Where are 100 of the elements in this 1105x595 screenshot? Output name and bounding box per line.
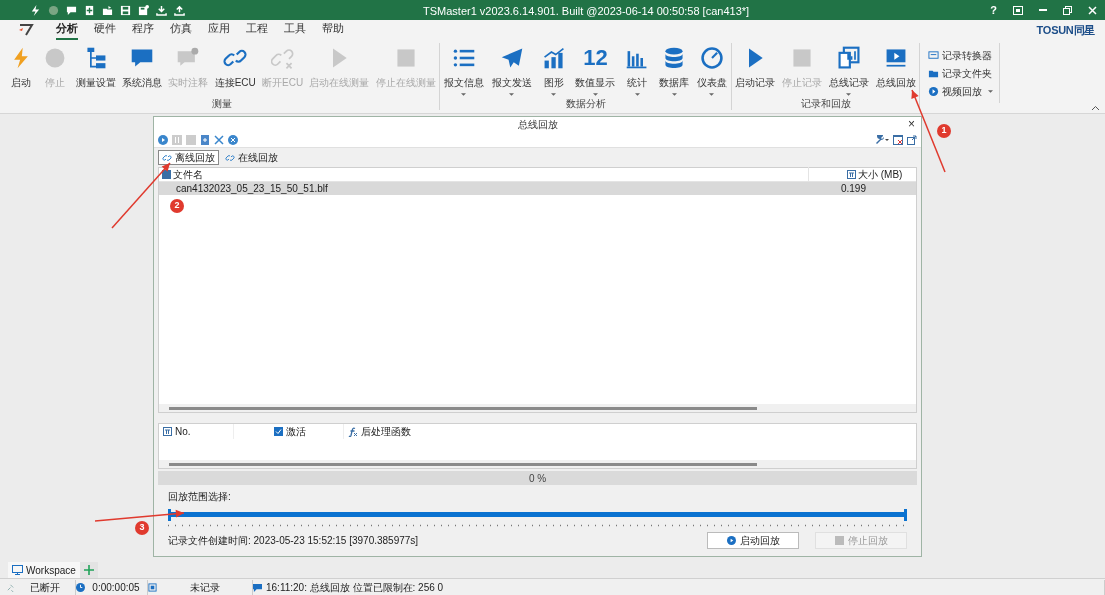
folder-icon xyxy=(928,68,939,79)
link-icon xyxy=(225,152,235,163)
function-icon xyxy=(348,426,358,437)
menu-tab[interactable]: 工程 xyxy=(246,20,268,40)
gauge-icon xyxy=(700,46,724,70)
save-icon[interactable] xyxy=(120,4,131,16)
column-header[interactable]: 激活 xyxy=(286,424,306,439)
ribbon-button[interactable]: 报文信息 xyxy=(443,44,484,96)
ribbon-button[interactable]: 统计 xyxy=(623,44,652,96)
chart-icon xyxy=(541,46,566,70)
menu-tab[interactable]: 程序 xyxy=(132,20,154,40)
play-circle-icon xyxy=(928,86,939,97)
scrollbar-thumb[interactable] xyxy=(169,406,757,410)
column-header[interactable]: 后处理函数 xyxy=(361,424,411,439)
ribbon-menu-item[interactable]: 记录转换器 xyxy=(928,48,993,63)
column-header[interactable]: No. xyxy=(175,424,191,439)
chat-icon[interactable] xyxy=(66,4,77,16)
ribbon-button[interactable]: 仪表盘 xyxy=(697,44,727,96)
stop-icon xyxy=(834,536,844,545)
help-button[interactable]: ? xyxy=(990,1,997,19)
file-created-text: 记录文件创建时间: 2023-05-23 15:52:15 [3970.385977s] xyxy=(168,534,420,548)
ribbon-menu-item[interactable]: 视频回放 xyxy=(928,84,993,99)
number-icon: 12 xyxy=(583,44,608,72)
ribbon-button[interactable]: 系统消息 xyxy=(122,44,163,90)
disconnected-icon xyxy=(6,582,15,592)
close-icon[interactable] xyxy=(1088,5,1097,15)
range-end-handle[interactable] xyxy=(904,509,907,521)
menu-tab[interactable]: 工具 xyxy=(284,20,306,40)
collapse-icon[interactable] xyxy=(1092,106,1099,110)
ribbon-button[interactable]: 报文发送 xyxy=(491,44,532,96)
group-label: 数据分析 xyxy=(564,98,607,110)
recorder-icon xyxy=(836,46,861,70)
playback-button[interactable]: 启动回放 xyxy=(707,532,799,549)
ribbon-button[interactable]: 测量设置 xyxy=(75,44,116,90)
play-icon xyxy=(726,536,736,545)
menu-tab[interactable]: 帮助 xyxy=(322,20,344,40)
wrench-icon[interactable] xyxy=(875,135,889,144)
file-icon xyxy=(162,170,171,179)
add-file-icon[interactable] xyxy=(200,134,210,145)
close-button[interactable]: × xyxy=(908,117,915,131)
dialog-tab[interactable]: 离线回放 xyxy=(158,150,219,165)
ribbon-button[interactable]: 总线回放 xyxy=(875,44,916,90)
new-icon[interactable] xyxy=(84,4,95,16)
brand-logo: TOSUN同星 xyxy=(1036,22,1095,38)
save-as-icon[interactable] xyxy=(138,4,149,16)
lightning-icon[interactable] xyxy=(30,4,41,16)
column-icon xyxy=(163,427,172,436)
folder-icon[interactable] xyxy=(102,4,113,16)
range-start-handle[interactable] xyxy=(168,509,171,521)
column-header[interactable]: 文件名 xyxy=(173,167,203,182)
clock-icon xyxy=(76,582,85,592)
progress-text: 0 % xyxy=(528,471,547,486)
status-text: 0:00:00:05 xyxy=(91,580,141,595)
status-text: 16:11:20: 总线回放 位置已限制在: 256 0 xyxy=(266,580,444,595)
clear-icon[interactable] xyxy=(228,134,238,145)
dialog-title: 总线回放 xyxy=(517,118,558,132)
app-logo-icon[interactable] xyxy=(18,24,34,36)
checkbox[interactable] xyxy=(274,427,283,436)
menu-tab[interactable]: 应用 xyxy=(208,20,230,40)
upload-icon[interactable] xyxy=(174,4,185,16)
ribbon-button[interactable]: 启动 xyxy=(7,44,36,90)
converter-icon xyxy=(928,50,939,61)
delete-icon[interactable] xyxy=(214,134,224,145)
table-cell-text: 0.199 xyxy=(839,182,867,196)
column-header[interactable]: 大小 (MB) xyxy=(858,167,903,182)
table-row[interactable]: can4132023_05_23_15_50_51.blf 0.199 xyxy=(159,182,916,195)
ribbon-button[interactable]: 图形 xyxy=(539,44,568,96)
close-panel-icon[interactable] xyxy=(893,134,903,145)
range-label: 回放范围选择: xyxy=(168,490,232,504)
recorder-icon xyxy=(148,582,157,592)
monitor-icon xyxy=(12,565,23,575)
message-icon xyxy=(253,582,262,592)
ribbon-button[interactable]: 连接ECU xyxy=(214,44,256,90)
group-label: 记录和回放 xyxy=(799,98,852,110)
ribbon-menu-item[interactable]: 记录文件夹 xyxy=(928,66,993,81)
scrollbar-thumb[interactable] xyxy=(169,462,757,466)
ribbon-button[interactable]: 总线记录 xyxy=(828,44,869,96)
menu-tab[interactable]: 仿真 xyxy=(170,20,192,40)
maximize-icon[interactable] xyxy=(1063,5,1072,15)
download-icon[interactable] xyxy=(156,4,167,16)
list-icon xyxy=(451,46,476,70)
table-cell-text: can4132023_05_23_15_50_51.blf xyxy=(175,182,329,196)
play-icon[interactable] xyxy=(158,134,168,145)
dialog-tab[interactable]: 在线回放 xyxy=(221,150,282,165)
link-icon xyxy=(162,152,172,163)
status-text: 未记录 xyxy=(188,580,221,595)
size-column-icon xyxy=(847,170,856,179)
restore-layout-icon[interactable] xyxy=(1013,5,1023,15)
annotation-arrow xyxy=(111,162,171,229)
group-label: 测量 xyxy=(210,98,233,110)
ribbon-button[interactable]: 12 数值显示 xyxy=(575,44,616,96)
status-text: 已断开 xyxy=(29,580,61,595)
range-slider[interactable] xyxy=(168,509,907,521)
menu-tab[interactable]: 硬件 xyxy=(94,20,116,40)
workspace-tab[interactable]: Workspace xyxy=(8,562,80,578)
window-title: TSMaster1 v2023.6.14.901. Built @2023-06-14 00:50:58 [can413*] xyxy=(423,4,750,19)
undock-icon[interactable] xyxy=(907,134,917,145)
ribbon-button[interactable]: 启动记录 xyxy=(735,44,776,90)
unlink-icon xyxy=(270,46,295,70)
ribbon-button[interactable]: 数据库 xyxy=(659,44,690,96)
